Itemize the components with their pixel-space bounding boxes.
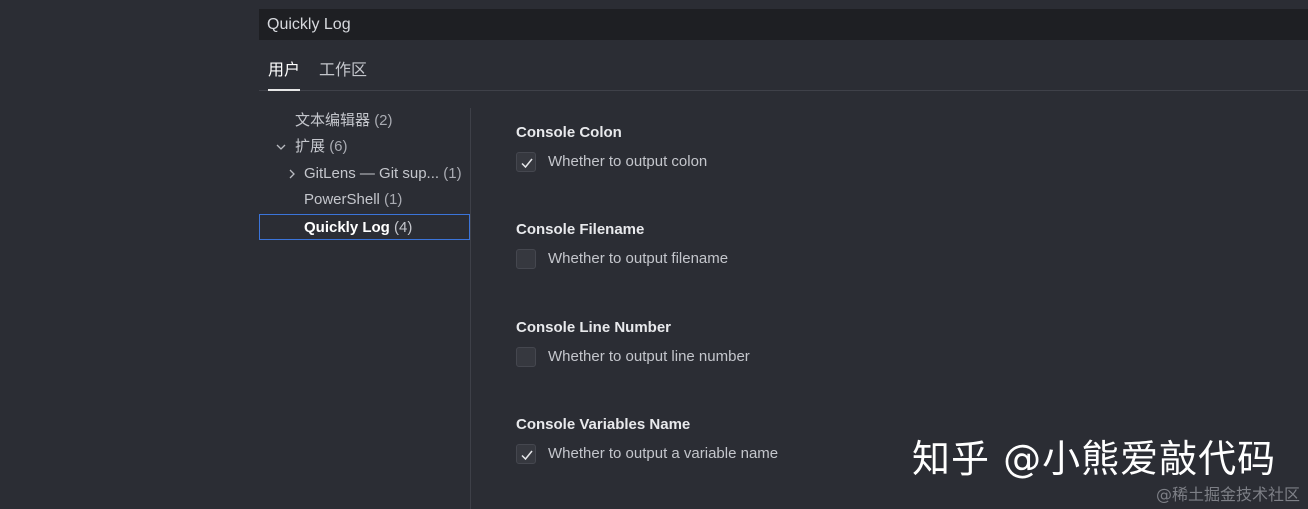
toc-item-count: (1)	[443, 165, 462, 182]
tab-user[interactable]: 用户	[268, 52, 301, 91]
console-variables-name-checkbox[interactable]	[516, 444, 536, 464]
toc-item-count: (2)	[374, 112, 393, 129]
toc-item-label: GitLens — Git sup...	[304, 165, 440, 182]
check-icon	[521, 158, 533, 169]
toc-item-gitlens[interactable]: GitLens — Git sup... (1)	[259, 161, 470, 187]
settings-scope-tabs: 用户 工作区	[259, 52, 1308, 91]
toc-divider	[470, 108, 471, 509]
zhihu-watermark: 知乎 @小熊爱敲代码	[912, 437, 1277, 481]
toc-item-label: PowerShell	[304, 191, 380, 208]
setting-description: Whether to output a variable name	[548, 445, 779, 462]
toc-item-count: (4)	[394, 219, 413, 236]
setting-console-line-number: Console Line Number Whether to output li…	[516, 318, 1216, 369]
toc-item-label: 扩展	[295, 138, 326, 155]
juejin-watermark: @稀土掘金技术社区	[1155, 485, 1300, 504]
setting-title: Console Colon	[516, 124, 622, 141]
console-line-number-checkbox[interactable]	[516, 347, 536, 367]
setting-description: Whether to output line number	[548, 348, 750, 365]
toc-item-label: 文本编辑器	[295, 112, 371, 129]
setting-description: Whether to output filename	[548, 250, 729, 267]
console-colon-checkbox[interactable]	[516, 152, 536, 172]
chevron-down-icon[interactable]	[275, 134, 287, 160]
toc-item-powershell[interactable]: PowerShell (1)	[259, 187, 470, 213]
settings-toc: 文本编辑器 (2) 扩展 (6) GitLens — Git sup... (1…	[259, 108, 470, 509]
settings-search-input[interactable]: Quickly Log	[259, 9, 1308, 40]
toc-item-label: Quickly Log	[304, 219, 390, 236]
setting-console-colon: Console Colon Whether to output colon	[516, 123, 1216, 174]
check-icon	[521, 450, 533, 461]
toc-item-count: (1)	[384, 191, 403, 208]
toc-item-extensions[interactable]: 扩展 (6)	[259, 134, 470, 160]
setting-description: Whether to output colon	[548, 153, 708, 170]
setting-title: Console Filename	[516, 221, 645, 238]
chevron-right-icon[interactable]	[286, 161, 298, 187]
toc-item-count: (6)	[329, 138, 348, 155]
tab-workspace[interactable]: 工作区	[319, 52, 367, 90]
toc-item-quickly-log[interactable]: Quickly Log (4)	[259, 214, 470, 240]
console-filename-checkbox[interactable]	[516, 249, 536, 269]
toc-item-text-editor[interactable]: 文本编辑器 (2)	[259, 108, 470, 134]
setting-title: Console Line Number	[516, 319, 672, 336]
setting-console-filename: Console Filename Whether to output filen…	[516, 220, 1216, 271]
search-value: Quickly Log	[267, 16, 351, 33]
